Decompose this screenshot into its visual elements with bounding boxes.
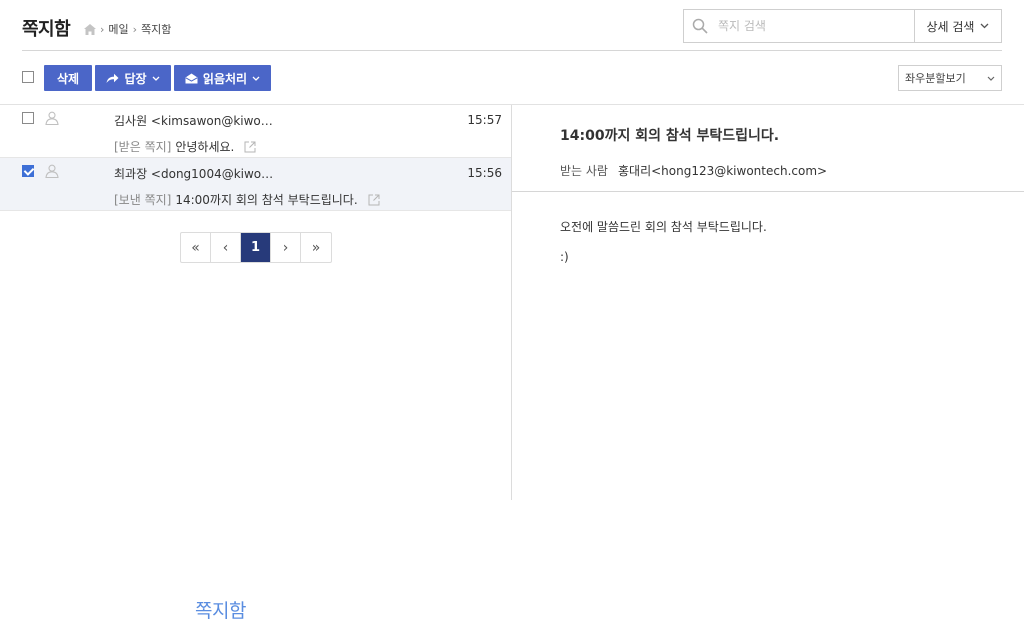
message-subject: 14:00까지 회의 참석 부탁드립니다. [175,193,358,207]
message-time: 15:57 [467,113,502,127]
reader-body-line: :) [560,250,569,264]
reader-recipient: 받는 사람 홍대리<hong123@kiwontech.com> [560,162,827,179]
reply-button[interactable]: 답장 [95,65,171,91]
breadcrumb-item-messages[interactable]: 쪽지함 [141,21,171,37]
home-icon[interactable] [84,23,96,35]
chevron-down-icon [152,76,160,81]
advanced-search-label: 상세 검색 [926,19,975,34]
open-new-window-icon[interactable] [368,194,380,206]
message-sender: 김사원 <kimsawon@kiwo… [114,114,273,128]
select-all-checkbox[interactable] [22,71,34,83]
prev-page-button[interactable]: ‹ [211,233,241,262]
last-page-button[interactable]: » [301,233,331,262]
search-box: 상세 검색 [683,9,1002,43]
footer-caption: 쪽지함 [195,600,246,619]
open-new-window-icon[interactable] [244,141,256,153]
page-number-button[interactable]: 1 [241,233,271,262]
delete-button[interactable]: 삭제 [44,65,92,91]
recipient-label: 받는 사람 [560,164,608,178]
view-mode-value: 좌우분할보기 [905,72,966,85]
chevron-down-icon [987,76,995,81]
reader-divider [512,191,1024,192]
row-checkbox[interactable] [22,165,34,177]
message-row[interactable]: 김사원 <kimsawon@kiwo… 15:57 [받은 쪽지] 안녕하세요. [0,105,511,158]
first-page-button[interactable]: « [181,233,211,262]
message-list: 김사원 <kimsawon@kiwo… 15:57 [받은 쪽지] 안녕하세요.… [0,105,511,500]
person-icon [45,111,59,125]
chevron-down-icon [252,76,260,81]
reply-label: 답장 [124,71,147,86]
next-page-button[interactable]: › [271,233,301,262]
reply-arrow-icon [106,73,119,83]
toolbar: 삭제 답장 읽음처리 좌우분할보기 [22,64,1002,91]
advanced-search-button[interactable]: 상세 검색 [914,10,1001,42]
reader-body-line: 오전에 말씀드린 회의 참석 부탁드립니다. [560,220,767,234]
message-kind: [보낸 쪽지] [114,193,172,207]
message-subject: 안녕하세요. [175,140,235,154]
message-subject-line[interactable]: [받은 쪽지] 안녕하세요. [114,138,256,155]
pagination: « ‹ 1 › » [180,232,332,263]
message-row[interactable]: 최과장 <dong1004@kiwo… 15:56 [보낸 쪽지] 14:00까… [0,158,511,211]
reader-subject: 14:00까지 회의 참석 부탁드립니다. [560,128,780,144]
message-subject-line[interactable]: [보낸 쪽지] 14:00까지 회의 참석 부탁드립니다. [114,191,380,208]
row-checkbox[interactable] [22,112,34,124]
breadcrumb-separator: › [132,22,138,36]
reading-pane: 14:00까지 회의 참석 부탁드립니다. 받는 사람 홍대리<hong123@… [512,105,1024,500]
person-icon [45,164,59,178]
breadcrumb-separator: › [100,22,105,36]
breadcrumb-item-mail[interactable]: 메일 [108,21,128,37]
mark-read-label: 읽음처리 [202,71,248,86]
envelope-open-icon [185,73,198,83]
breadcrumb: › 메일 › 쪽지함 [84,21,171,37]
message-time: 15:56 [467,166,502,180]
search-icon[interactable] [692,18,708,34]
page-title: 쪽지함 [22,19,71,40]
delete-label: 삭제 [56,71,80,86]
recipient-address[interactable]: 홍대리<hong123@kiwontech.com> [618,162,827,179]
message-kind: [받은 쪽지] [114,140,172,154]
page-header: 쪽지함 › 메일 › 쪽지함 상세 검색 [22,0,1002,51]
message-sender: 최과장 <dong1004@kiwo… [114,167,274,181]
mark-read-button[interactable]: 읽음처리 [174,65,271,91]
search-input[interactable] [708,10,914,42]
view-mode-select[interactable]: 좌우분할보기 [898,65,1002,91]
chevron-down-icon [981,23,989,29]
